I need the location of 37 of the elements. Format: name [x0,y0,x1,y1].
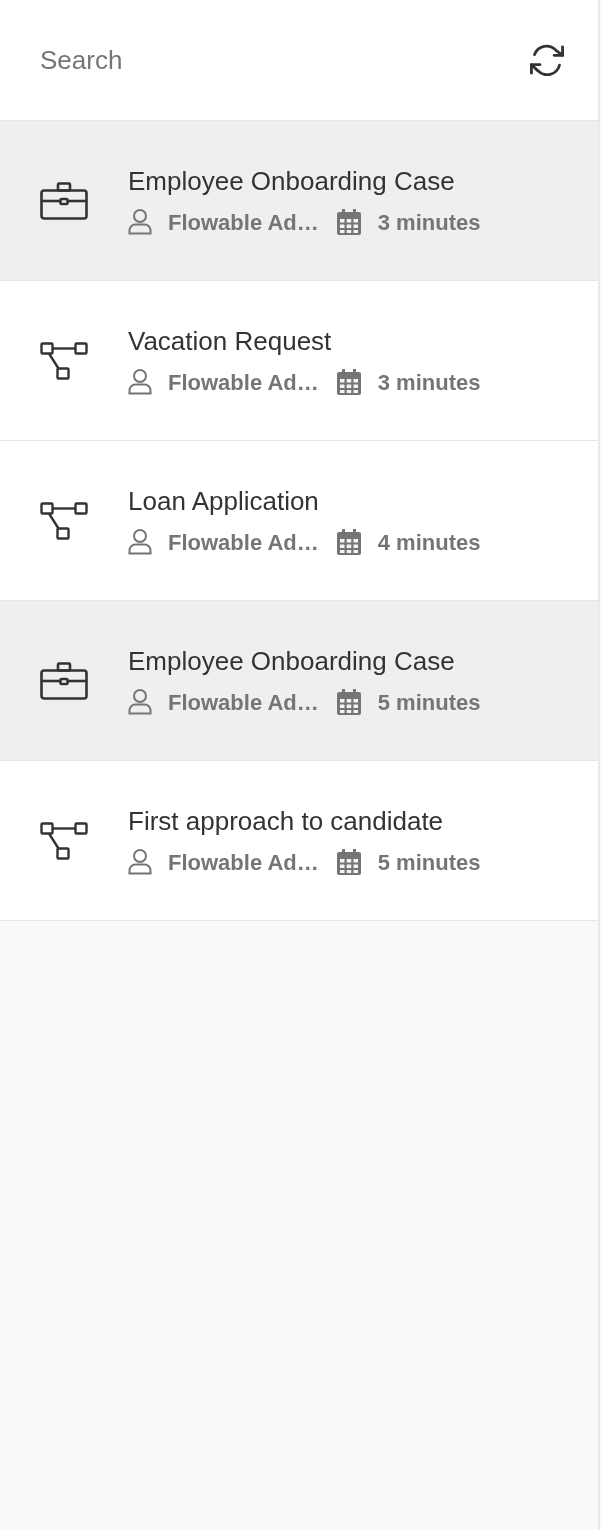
item-title: Vacation Request [128,325,333,357]
user-icon [128,529,152,555]
briefcase-icon [40,661,88,700]
list-item[interactable]: Vacation Request Flowable Ad… 3 minutes [0,281,598,441]
elapsed-time: 3 minutes [377,208,481,237]
calendar-icon [336,689,361,715]
calendar-icon [336,209,361,235]
process-diagram-icon [40,501,88,540]
user-icon [128,689,152,715]
item-title: Loan Application [128,485,320,517]
refresh-button[interactable] [530,44,564,76]
process-diagram-icon [40,821,88,860]
assignee-name: Flowable Ad… [168,688,319,717]
user-icon [128,209,152,235]
briefcase-icon [40,181,88,220]
assignee-name: Flowable Ad… [168,208,319,237]
item-title: Employee Onboarding Case [128,645,456,677]
elapsed-time: 4 minutes [377,528,481,557]
list-item[interactable]: Loan Application Flowable Ad… 4 minutes [0,441,598,601]
assignee-name: Flowable Ad… [168,528,319,557]
user-icon [128,369,152,395]
elapsed-time: 5 minutes [377,848,481,877]
calendar-icon [336,529,361,555]
user-icon [128,849,152,875]
list-item[interactable]: First approach to candidate Flowable Ad… 5 minutes [0,761,598,921]
elapsed-time: 3 minutes [377,368,481,397]
list-item[interactable]: Employee Onboarding Case Flowable Ad… 3 minutes [0,121,598,281]
refresh-icon [530,44,564,76]
elapsed-time: 5 minutes [377,688,481,717]
item-title: Employee Onboarding Case [128,165,456,197]
assignee-name: Flowable Ad… [168,848,319,877]
item-title: First approach to candidate [128,805,445,837]
calendar-icon [336,369,361,395]
assignee-name: Flowable Ad… [168,368,319,397]
calendar-icon [336,849,361,875]
process-diagram-icon [40,341,88,380]
list-item[interactable]: Employee Onboarding Case Flowable Ad… 5 minutes [0,601,598,761]
